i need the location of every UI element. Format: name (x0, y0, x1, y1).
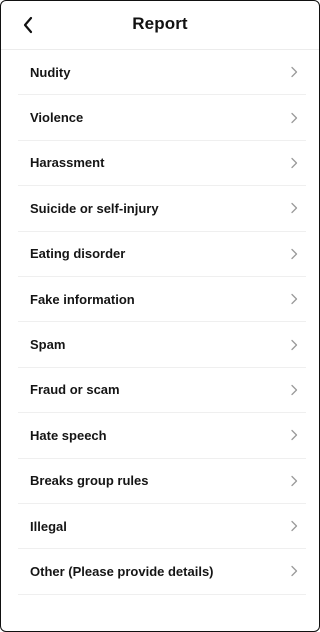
chevron-right-icon (288, 475, 300, 487)
header: Report (1, 1, 319, 50)
reason-item-hate-speech[interactable]: Hate speech (18, 413, 306, 459)
reason-label: Suicide or self-injury (30, 200, 159, 216)
chevron-right-icon (288, 384, 300, 396)
chevron-right-icon (288, 429, 300, 441)
reason-label: Illegal (30, 518, 67, 534)
reason-label: Harassment (30, 155, 105, 171)
reason-item-suicide-self-injury[interactable]: Suicide or self-injury (18, 186, 306, 232)
chevron-right-icon (288, 112, 300, 124)
reason-label: Hate speech (30, 427, 107, 443)
reason-label: Fake information (30, 291, 135, 307)
report-reason-list: Nudity Violence Harassment Suicide or se… (1, 50, 319, 595)
reason-item-eating-disorder[interactable]: Eating disorder (18, 232, 306, 277)
reason-label: Fraud or scam (30, 382, 120, 398)
reason-item-other[interactable]: Other (Please provide details) (18, 549, 306, 595)
chevron-right-icon (288, 565, 300, 577)
chevron-right-icon (288, 202, 300, 214)
reason-item-fake-information[interactable]: Fake information (18, 277, 306, 323)
chevron-right-icon (288, 157, 300, 169)
reason-label: Violence (30, 110, 84, 126)
report-screen: Report Nudity Violence Harassment Suicid… (0, 0, 320, 632)
reason-item-harassment[interactable]: Harassment (18, 141, 306, 187)
reason-item-nudity[interactable]: Nudity (18, 50, 306, 96)
reason-item-breaks-group-rules[interactable]: Breaks group rules (18, 459, 306, 504)
reason-label: Other (Please provide details) (30, 563, 214, 579)
reason-item-spam[interactable]: Spam (18, 322, 306, 368)
chevron-right-icon (288, 248, 300, 260)
reason-label: Nudity (30, 64, 71, 80)
chevron-right-icon (288, 293, 300, 305)
reason-item-violence[interactable]: Violence (18, 95, 306, 141)
reason-label: Spam (30, 337, 66, 353)
reason-label: Eating disorder (30, 246, 126, 262)
reason-item-illegal[interactable]: Illegal (18, 504, 306, 550)
chevron-right-icon (288, 339, 300, 351)
chevron-right-icon (288, 520, 300, 532)
reason-label: Breaks group rules (30, 473, 149, 489)
reason-item-fraud-scam[interactable]: Fraud or scam (18, 368, 306, 414)
page-title: Report (132, 14, 188, 33)
chevron-right-icon (288, 66, 300, 78)
